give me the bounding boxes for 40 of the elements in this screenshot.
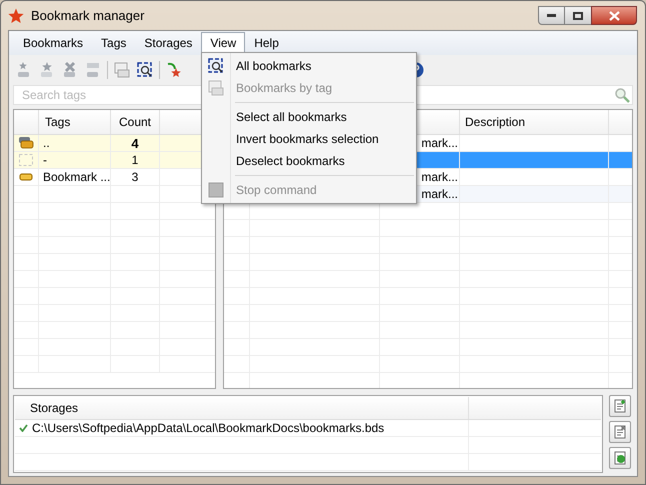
close-button[interactable] — [591, 6, 637, 25]
table-cell: 1 — [111, 152, 160, 168]
remove-document-icon — [613, 425, 627, 439]
column-header[interactable]: Count — [111, 110, 160, 134]
window-title: Bookmark manager — [31, 6, 144, 25]
star-icon — [7, 6, 25, 24]
remove-storage-button[interactable] — [609, 421, 631, 443]
stop-icon — [208, 182, 224, 198]
menu-item[interactable]: Tags — [92, 32, 136, 54]
menu-item[interactable]: Bookmarks — [14, 32, 92, 54]
menu-item[interactable]: Storages — [135, 32, 202, 54]
zoom-frame-icon[interactable] — [136, 61, 154, 79]
minimize-button[interactable] — [538, 6, 565, 25]
storage-path: C:\Users\Softpedia\AppData\Local\BookmarkDocs\bookmarks.bds — [32, 420, 384, 437]
table-cell: mark... — [421, 169, 458, 185]
tag-window-icon — [207, 79, 225, 97]
search-icon — [614, 87, 630, 103]
zoom-frame-icon — [207, 57, 225, 75]
tag-icon — [19, 172, 33, 182]
column-header[interactable]: Description — [460, 110, 609, 134]
table-cell: mark... — [421, 135, 458, 151]
import-icon[interactable] — [165, 61, 183, 79]
menu-entry[interactable]: All bookmarks — [202, 55, 416, 77]
add-storage-button[interactable] — [609, 395, 631, 417]
refresh-storage-button[interactable] — [609, 447, 631, 469]
table-cell: mark... — [421, 186, 458, 202]
menu-item[interactable]: View — [201, 32, 246, 54]
maximize-button[interactable] — [565, 6, 591, 25]
table-cell: 3 — [111, 169, 160, 185]
table-cell: - — [39, 152, 111, 168]
tags-icon — [18, 136, 34, 150]
add-document-icon — [613, 399, 627, 413]
column-header[interactable]: Tags — [39, 110, 111, 134]
table-cell: Bookmark ... — [39, 169, 111, 185]
check-icon — [19, 424, 28, 432]
close-icon — [608, 10, 620, 20]
menu-entry[interactable]: Select all bookmarks — [202, 106, 416, 128]
table-cell: .. — [39, 135, 111, 151]
menu-item[interactable]: Help — [245, 32, 288, 54]
table-cell: 4 — [111, 135, 160, 151]
